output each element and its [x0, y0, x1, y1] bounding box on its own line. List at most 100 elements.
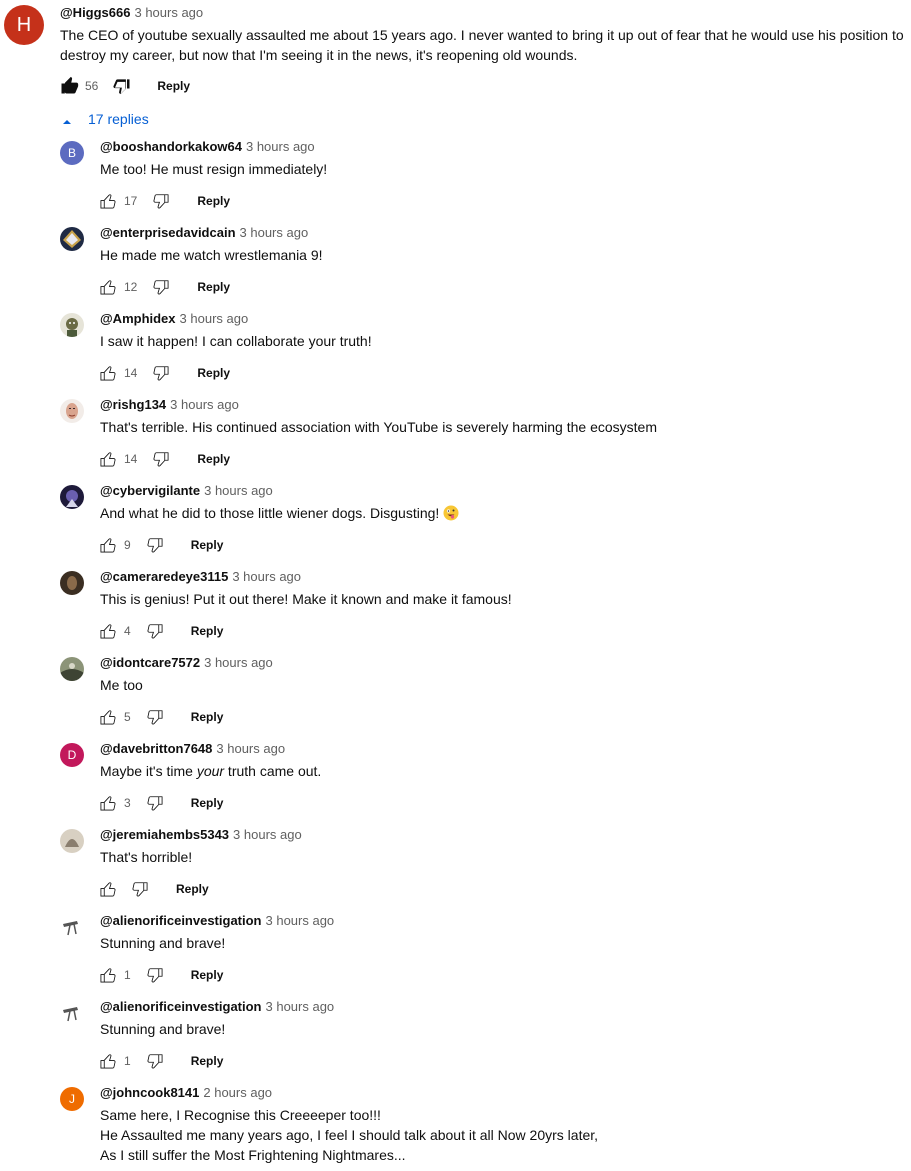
thumb-down-icon[interactable] — [143, 791, 167, 815]
author-handle[interactable]: @enterprisedavidcain — [100, 225, 236, 240]
avatar[interactable]: J — [60, 1087, 84, 1111]
avatar[interactable]: D — [60, 743, 84, 767]
reply-button[interactable]: Reply — [191, 538, 224, 552]
thumb-down-icon[interactable] — [149, 447, 173, 471]
reply-actions: Reply — [96, 877, 209, 901]
reply-header: @alienorificeinvestigation 3 hours ago — [100, 999, 334, 1014]
avatar[interactable] — [60, 313, 84, 337]
reply-button[interactable]: Reply — [197, 452, 230, 466]
avatar[interactable] — [60, 829, 84, 853]
avatar[interactable] — [60, 227, 84, 251]
comment-time[interactable]: 3 hours ago — [204, 483, 273, 498]
reply-actions: 9 Reply — [96, 533, 223, 557]
reply-actions: 12 Reply — [96, 275, 230, 299]
reply-header: @alienorificeinvestigation 3 hours ago — [100, 913, 334, 928]
reply-button[interactable]: Reply — [197, 194, 230, 208]
author-handle[interactable]: @alienorificeinvestigation — [100, 913, 262, 928]
comment-time[interactable]: 3 hours ago — [180, 311, 249, 326]
thumb-down-icon[interactable] — [149, 189, 173, 213]
thumb-up-icon[interactable] — [96, 705, 120, 729]
reply-header: @idontcare7572 3 hours ago — [100, 655, 273, 670]
like-count: 14 — [124, 452, 138, 466]
comment-time[interactable]: 3 hours ago — [170, 397, 239, 412]
avatar[interactable] — [60, 399, 84, 423]
avatar[interactable] — [60, 657, 84, 681]
reply-text: That's terrible. His continued associati… — [100, 417, 900, 437]
reply-text-part: Maybe it's time — [100, 763, 197, 779]
comment-time[interactable]: 3 hours ago — [246, 139, 315, 154]
comment-time[interactable]: 3 hours ago — [233, 827, 302, 842]
reply-button[interactable]: Reply — [191, 710, 224, 724]
comment-text: The CEO of youtube sexually assaulted me… — [60, 27, 904, 63]
caret-up-icon — [62, 114, 72, 124]
reply-header: @johncook8141 2 hours ago — [100, 1085, 272, 1100]
author-handle[interactable]: @rishg134 — [100, 397, 166, 412]
author-handle[interactable]: @jeremiahembs5343 — [100, 827, 229, 842]
reply-button[interactable]: Reply — [197, 280, 230, 294]
reply-button[interactable]: Reply — [191, 796, 224, 810]
thumb-up-icon[interactable] — [96, 189, 120, 213]
reply-button[interactable]: Reply — [176, 882, 209, 896]
thumb-up-icon[interactable] — [96, 791, 120, 815]
thumb-down-icon[interactable] — [149, 275, 173, 299]
avatar[interactable] — [60, 485, 84, 509]
like-count: 17 — [124, 194, 138, 208]
reply-item: B @booshandorkakow64 3 hours ago Me too! He… — [0, 139, 911, 225]
avatar[interactable] — [60, 1001, 84, 1025]
comment-time[interactable]: 3 hours ago — [240, 225, 309, 240]
avatar[interactable]: B — [60, 141, 84, 165]
thumb-down-icon[interactable] — [128, 877, 152, 901]
reply-actions: 4 Reply — [96, 619, 223, 643]
thumb-down-icon[interactable] — [143, 619, 167, 643]
thumb-down-icon[interactable] — [143, 1049, 167, 1073]
author-handle[interactable]: @Amphidex — [100, 311, 176, 326]
thumb-up-filled-icon[interactable] — [57, 74, 81, 98]
thumb-up-icon[interactable] — [96, 877, 120, 901]
reply-button[interactable]: Reply — [157, 79, 190, 93]
avatar[interactable] — [60, 571, 84, 595]
thumb-up-icon[interactable] — [96, 963, 120, 987]
like-count: 14 — [124, 366, 138, 380]
zany-face-emoji — [443, 505, 459, 521]
replies-toggle[interactable]: 17 replies — [62, 108, 149, 130]
reply-actions: 14 Reply — [96, 447, 230, 471]
comment-time[interactable]: 3 hours ago — [204, 655, 273, 670]
comment-time[interactable]: 3 hours ago — [232, 569, 301, 584]
replies-count-label: 17 replies — [88, 111, 149, 127]
author-handle[interactable]: @idontcare7572 — [100, 655, 200, 670]
reply-item: @idontcare7572 3 hours ago Me too 5 Reply — [0, 655, 911, 741]
thumb-up-icon[interactable] — [96, 361, 120, 385]
reply-button[interactable]: Reply — [197, 366, 230, 380]
reply-button[interactable]: Reply — [191, 968, 224, 982]
thumb-up-icon[interactable] — [96, 533, 120, 557]
thumb-up-icon[interactable] — [96, 447, 120, 471]
reply-button[interactable]: Reply — [191, 624, 224, 638]
thumb-down-icon[interactable] — [143, 705, 167, 729]
thumb-up-icon[interactable] — [96, 1049, 120, 1073]
author-handle[interactable]: @cameraredeye3115 — [100, 569, 228, 584]
reply-text-body: And what he did to those little wiener d… — [100, 505, 440, 521]
author-handle[interactable]: @alienorificeinvestigation — [100, 999, 262, 1014]
author-handle[interactable]: @davebritton7648 — [100, 741, 212, 756]
comment-time[interactable]: 3 hours ago — [266, 999, 335, 1014]
thumb-down-icon[interactable] — [149, 361, 173, 385]
author-handle[interactable]: @Higgs666 — [60, 5, 130, 20]
reply-button[interactable]: Reply — [191, 1054, 224, 1068]
comment-time[interactable]: 3 hours ago — [266, 913, 335, 928]
thumb-down-icon[interactable] — [143, 963, 167, 987]
reply-text-body: That's terrible. His continued associati… — [100, 419, 657, 435]
comment-time[interactable]: 3 hours ago — [134, 5, 203, 20]
author-handle[interactable]: @johncook8141 — [100, 1085, 199, 1100]
thumb-up-icon[interactable] — [96, 619, 120, 643]
thumb-up-icon[interactable] — [96, 275, 120, 299]
thumb-down-icon[interactable] — [110, 74, 134, 98]
thumb-down-icon[interactable] — [143, 533, 167, 557]
comment-time[interactable]: 3 hours ago — [216, 741, 285, 756]
author-handle[interactable]: @cybervigilante — [100, 483, 200, 498]
avatar[interactable]: H — [4, 5, 44, 45]
reply-text-body: Stunning and brave! — [100, 1021, 226, 1037]
avatar[interactable] — [60, 915, 84, 939]
like-count: 3 — [124, 796, 131, 810]
comment-time[interactable]: 2 hours ago — [203, 1085, 272, 1100]
author-handle[interactable]: @booshandorkakow64 — [100, 139, 242, 154]
